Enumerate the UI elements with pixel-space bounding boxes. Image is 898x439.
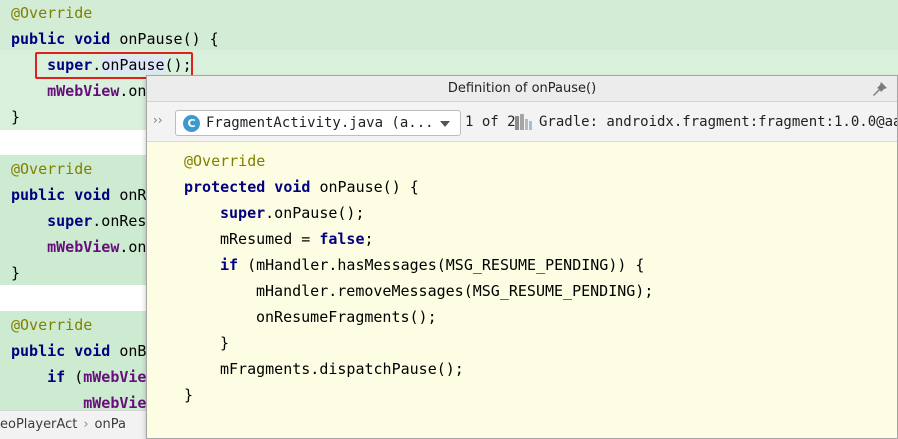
popup-title-bar[interactable]: Definition of onPause() [147,76,897,102]
definition-code-line: onResumeFragments(); [256,304,437,330]
code-token: public void [11,342,120,360]
code-token: ( [74,368,84,386]
code-token: } [184,386,194,404]
editor-code-line: public void onPause() { [11,26,219,52]
code-token: onPause() { [319,178,419,196]
file-selector-dropdown[interactable]: C FragmentActivity.java (a... [175,110,461,136]
editor-code-line: mWebView.on [11,234,146,260]
code-token: .onPause(); [265,204,365,222]
editor-code-line: @Override [11,156,92,182]
popup-toolbar: ›› C FragmentActivity.java (a... 1 of 2 … [147,102,897,142]
code-token: onPause() { [119,30,219,48]
code-token: mResumed = [220,230,320,248]
definition-code-line: super.onPause(); [220,200,365,226]
editor-code-line: public void onR [11,182,146,208]
code-token: protected void [184,178,320,196]
quick-definition-popup[interactable]: Definition of onPause() ›› C FragmentAct… [146,75,898,439]
pin-icon[interactable] [871,81,889,97]
code-token: false [319,230,365,248]
popup-title: Definition of onPause() [447,81,597,96]
definition-code-line: } [184,382,193,408]
definition-code-line: mHandler.removeMessages(MSG_RESUME_PENDI… [256,278,653,304]
code-token: mFragments.dispatchPause(); [220,360,464,378]
class-c-icon: C [183,115,200,132]
code-token: ; [364,230,374,248]
definition-pager: 1 of 2 [465,114,516,130]
chevron-down-icon [440,121,450,127]
definition-code-line: protected void onPause() { [184,174,419,200]
code-token: onR [119,186,147,204]
editor-code-line: } [11,104,20,130]
definition-code-line: mResumed = false; [220,226,374,252]
code-token: public void [11,186,120,204]
code-token: mWebView [11,82,120,100]
code-token: @Override [184,152,266,170]
code-token: public void [11,30,120,48]
definition-code-line: } [220,330,229,356]
editor-code-line: mWebView.on [11,78,146,104]
code-token: onB [119,342,147,360]
editor-code-line: public void onB [11,338,146,364]
breadcrumb-separator: › [83,417,89,432]
editor-code-line: if (mWebVie [11,364,146,390]
expand-chevron-icon[interactable]: ›› [153,113,163,127]
code-token: .on [119,238,147,256]
definition-code-line: if (mHandler.hasMessages(MSG_RESUME_PEND… [220,252,644,278]
code-token: mWebView [11,238,120,256]
code-token: .onRes [92,212,147,230]
definition-code-line: @Override [184,148,265,174]
code-token: onResumeFragments(); [256,308,437,326]
code-token: .on [119,82,147,100]
breadcrumb-item-method[interactable]: onPa [95,411,126,439]
code-token: mWebVie [83,368,147,386]
code-token: } [11,108,21,126]
code-token: @Override [11,316,93,334]
code-token: (mHandler.hasMessages(MSG_RESUME_PENDING… [247,256,645,274]
definition-code: @Override protected void onPause() {super… [147,142,897,404]
definition-code-line: mFragments.dispatchPause(); [220,356,464,382]
breadcrumb-item-class[interactable]: eoPlayerAct [0,411,77,439]
file-selector-value: FragmentActivity.java (a... [206,115,434,131]
code-token: mHandler.removeMessages(MSG_RESUME_PENDI… [256,282,654,300]
code-token: if [11,368,75,386]
library-name: Gradle: androidx.fragment:fragment:1.0.0… [539,114,898,130]
editor-code-line: super.onRes [11,208,146,234]
code-token: super [220,204,266,222]
code-token: } [11,264,21,282]
library-icon [515,114,535,130]
code-token: super [11,212,93,230]
code-token: if [220,256,248,274]
code-token: } [220,334,230,352]
editor-code-line: @Override [11,312,92,338]
code-token: @Override [11,4,93,22]
code-token: @Override [11,160,93,178]
editor-code-line: @Override [11,0,92,26]
editor-code-line: } [11,260,20,286]
